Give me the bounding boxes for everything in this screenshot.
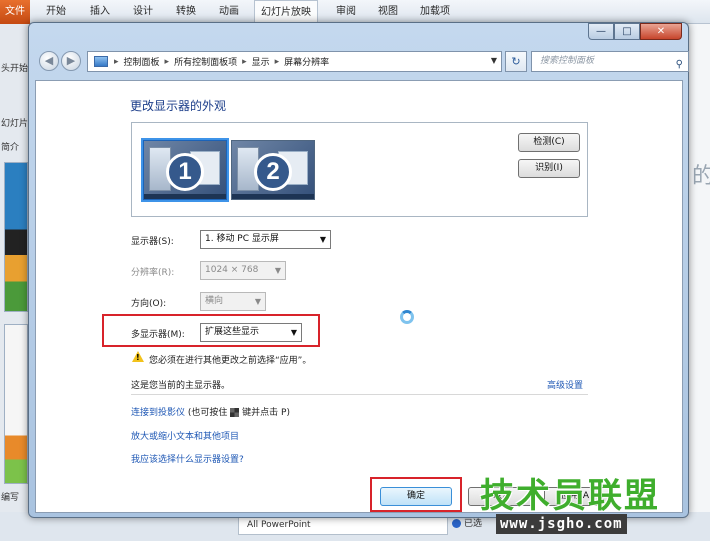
display-label: 显示器(S): xyxy=(131,237,174,247)
projector-link[interactable]: 连接到投影仪 xyxy=(131,408,185,418)
divider xyxy=(131,394,588,395)
tab-design[interactable]: 设计 xyxy=(133,0,153,24)
tab-animations[interactable]: 动画 xyxy=(219,0,239,24)
search-input[interactable]: 搜索控制面板 ⚲ xyxy=(531,51,689,72)
tab-slideshow[interactable]: 幻灯片放映 xyxy=(254,0,318,24)
projector-hint: (也可按住 xyxy=(187,408,228,418)
main-display-text: 这是您当前的主显示器。 xyxy=(131,381,231,391)
advanced-settings-link[interactable]: 高级设置 xyxy=(547,378,583,391)
warning-mark: ! xyxy=(136,353,140,362)
breadcrumb-control-panel[interactable]: 控制面板 xyxy=(124,55,160,68)
breadcrumb-separator-icon: ▸ xyxy=(274,56,280,67)
address-bar[interactable]: ▸ 控制面板 ▸ 所有控制面板项 ▸ 显示 ▸ 屏幕分辨率 ▼ xyxy=(87,51,502,72)
selection-chip-label: 已选 xyxy=(464,519,483,529)
slide-text-fragment: 的 xyxy=(692,164,710,189)
intro-label: 简介 xyxy=(1,143,20,153)
control-panel-icon xyxy=(94,56,108,67)
monitor-2[interactable]: 2 xyxy=(231,140,315,200)
breadcrumb-screen-resolution[interactable]: 屏幕分辨率 xyxy=(284,55,329,68)
windows-logo-icon xyxy=(230,408,240,417)
back-arrow-icon: ◀ xyxy=(44,54,54,67)
screen-resolution-window: — □ ✕ ◀ ▶ ▸ 控制面板 ▸ 所有控制面板项 ▸ 显示 ▸ 屏幕分辨率 … xyxy=(28,22,689,518)
scope-field[interactable]: All PowerPoint xyxy=(238,515,448,535)
multi-display-select[interactable]: 扩展这些显示 ▼ xyxy=(200,323,302,342)
maximize-button[interactable]: □ xyxy=(614,23,640,40)
breadcrumb-separator-icon: ▸ xyxy=(242,56,247,67)
multi-display-value: 扩展这些显示 xyxy=(205,327,260,337)
chevron-down-icon: ▼ xyxy=(274,266,281,275)
breadcrumb-separator-icon: ▸ xyxy=(114,56,119,67)
ribbon-tab-bar: 文件 开始 插入 设计 转换 动画 幻灯片放映 审阅 视图 加载项 xyxy=(0,0,710,24)
monitor-number: 2 xyxy=(254,153,292,191)
identify-button[interactable]: 识别(I) xyxy=(518,159,580,178)
orientation-value: 横向 xyxy=(205,296,224,306)
multi-display-label: 多显示器(M): xyxy=(131,330,185,340)
file-tab[interactable]: 文件 xyxy=(0,0,30,24)
breadcrumb-display[interactable]: 显示 xyxy=(252,55,270,68)
chevron-down-icon: ▼ xyxy=(319,235,326,244)
notes-label: 编写 xyxy=(1,493,20,503)
detect-button[interactable]: 检测(C) xyxy=(518,133,580,152)
display-select[interactable]: 1. 移动 PC 显示屏 ▼ xyxy=(200,230,331,249)
orientation-select[interactable]: 横向 ▼ xyxy=(200,292,266,311)
projector-row: 连接到投影仪 (也可按住 键并点击 P) xyxy=(131,405,290,418)
tab-home[interactable]: 开始 xyxy=(46,0,66,24)
close-button[interactable]: ✕ xyxy=(640,23,682,40)
ok-button[interactable]: 确定 xyxy=(380,487,452,506)
minimize-button[interactable]: — xyxy=(588,23,614,40)
breadcrumb-separator-icon: ▸ xyxy=(164,56,170,67)
display-value: 1. 移动 PC 显示屏 xyxy=(205,234,279,244)
search-placeholder: 搜索控制面板 xyxy=(540,56,595,66)
tab-view[interactable]: 视图 xyxy=(378,0,398,24)
forward-button[interactable]: ▶ xyxy=(61,51,81,71)
tab-addins[interactable]: 加载项 xyxy=(420,0,450,24)
slide-thumbnail[interactable] xyxy=(4,162,28,312)
loading-spinner-icon xyxy=(400,310,414,324)
address-dropdown-icon[interactable]: ▼ xyxy=(491,56,497,65)
breadcrumb-all-items[interactable]: 所有控制面板项 xyxy=(174,55,237,68)
slide-pane: 头开始 幻灯片 简介 编写 xyxy=(0,24,30,541)
refresh-icon: ↻ xyxy=(511,55,521,68)
refresh-button[interactable]: ↻ xyxy=(505,51,527,72)
chevron-down-icon: ▼ xyxy=(290,328,297,337)
page-title: 更改显示器的外观 xyxy=(130,99,227,113)
monitor-arrangement: 1 2 检测(C) 识别(I) xyxy=(131,122,588,217)
tab-review[interactable]: 审阅 xyxy=(336,0,356,24)
content-pane: 更改显示器的外观 1 2 检测(C) 识别(I) 显示器(S): 1. 移动 P… xyxy=(35,80,683,513)
navigation-bar: ◀ ▶ ▸ 控制面板 ▸ 所有控制面板项 ▸ 显示 ▸ 屏幕分辨率 ▼ ↻ 搜索… xyxy=(35,49,689,75)
slides-label: 幻灯片 xyxy=(1,119,29,129)
slide-thumbnail[interactable] xyxy=(4,324,28,484)
orientation-label: 方向(O): xyxy=(131,299,167,309)
tab-transitions[interactable]: 转换 xyxy=(176,0,196,24)
watermark-url: www.jsgho.com xyxy=(496,514,627,534)
projector-hint-tail: 键并点击 P) xyxy=(242,408,290,418)
resolution-label: 分辨率(R): xyxy=(131,268,175,278)
taskbar-preview xyxy=(144,194,226,199)
tab-insert[interactable]: 插入 xyxy=(90,0,110,24)
forward-arrow-icon: ▶ xyxy=(66,54,76,67)
help-link[interactable]: 我应该选择什么显示器设置? xyxy=(131,452,244,465)
watermark-logo: 技术员联盟 xyxy=(480,476,660,516)
monitor-number: 1 xyxy=(166,153,204,191)
editing-area-edge xyxy=(689,24,710,541)
search-icon[interactable]: ⚲ xyxy=(676,55,683,74)
apply-warning-text: 您必须在进行其他更改之前选择“应用”。 xyxy=(149,356,312,366)
monitor-1[interactable]: 1 xyxy=(143,140,227,200)
text-size-link[interactable]: 放大或缩小文本和其他项目 xyxy=(131,429,239,442)
window-controls: — □ ✕ xyxy=(588,23,682,41)
chevron-down-icon: ▼ xyxy=(254,297,261,306)
resolution-select[interactable]: 1024 × 768 ▼ xyxy=(200,261,286,280)
blue-dot-icon xyxy=(452,519,461,528)
resolution-value: 1024 × 768 xyxy=(205,265,259,275)
from-beginning-label: 头开始 xyxy=(1,64,29,74)
back-button[interactable]: ◀ xyxy=(39,51,59,71)
taskbar-preview xyxy=(232,194,314,199)
